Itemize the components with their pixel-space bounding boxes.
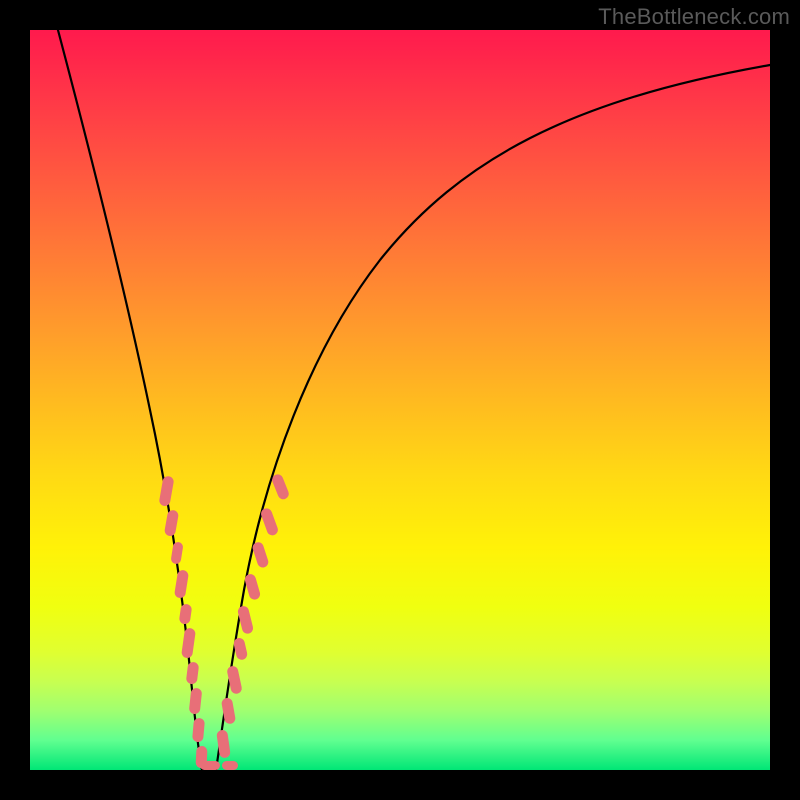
plot-area <box>30 30 770 770</box>
bead-cluster-right <box>216 473 290 759</box>
chart-frame: TheBottleneck.com <box>0 0 800 800</box>
bead-cluster-left <box>158 475 207 768</box>
bead-cluster-bottom <box>200 761 238 770</box>
curve-path <box>50 0 770 770</box>
bottleneck-curve <box>30 30 770 770</box>
watermark-text: TheBottleneck.com <box>598 4 790 30</box>
